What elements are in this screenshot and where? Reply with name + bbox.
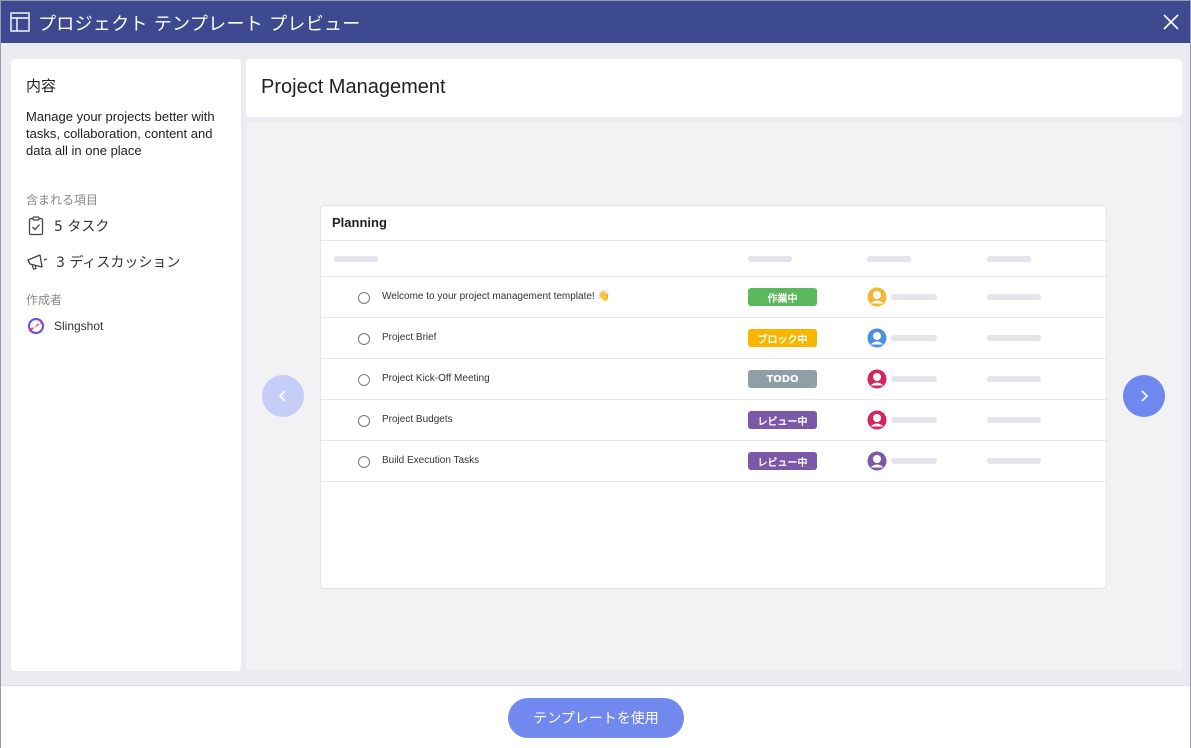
creator: Slingshot xyxy=(26,315,103,337)
divider xyxy=(321,240,1106,241)
header-placeholder xyxy=(987,256,1031,262)
status-badge: レビュー中 xyxy=(748,411,817,429)
task-complete-radio[interactable] xyxy=(358,333,370,345)
header-placeholder xyxy=(334,256,378,262)
task-complete-radio[interactable] xyxy=(358,415,370,427)
dialog-title: プロジェクト テンプレート プレビュー xyxy=(38,14,361,35)
creator-label: 作成者 xyxy=(26,293,63,307)
task-row[interactable]: Project Brief ブロック中 xyxy=(321,318,1106,359)
assignee-placeholder xyxy=(891,458,937,464)
use-template-button[interactable]: テンプレートを使用 xyxy=(508,698,684,738)
chevron-right-icon xyxy=(1141,390,1149,402)
task-name: Project Kick-Off Meeting xyxy=(382,373,490,384)
title-bar: プロジェクト テンプレート プレビュー xyxy=(1,1,1190,43)
tasks-count: 5 タスク xyxy=(26,215,109,237)
sidebar-heading: 内容 xyxy=(26,77,57,95)
megaphone-icon xyxy=(27,254,48,270)
date-placeholder xyxy=(987,458,1041,464)
layout-icon xyxy=(10,12,30,32)
template-title: Project Management xyxy=(261,76,446,98)
task-name: Project Brief xyxy=(382,332,437,343)
assignee-placeholder xyxy=(891,417,937,423)
task-row[interactable]: Build Execution Tasks レビュー中 xyxy=(321,441,1106,482)
status-badge: TODO xyxy=(748,370,817,388)
assignee-placeholder xyxy=(891,335,937,341)
task-row[interactable]: Project Budgets レビュー中 xyxy=(321,400,1106,441)
rocket-logo-icon xyxy=(27,317,45,335)
assignee-placeholder xyxy=(891,294,937,300)
template-preview-dialog: プロジェクト テンプレート プレビュー 内容 Manage your proje… xyxy=(0,0,1191,748)
header-placeholder xyxy=(748,256,792,262)
assignee-placeholder xyxy=(891,376,937,382)
task-complete-radio[interactable] xyxy=(358,374,370,386)
creator-name: Slingshot xyxy=(54,319,104,333)
date-placeholder xyxy=(987,376,1041,382)
clipboard-check-icon xyxy=(28,216,44,236)
avatar xyxy=(867,410,887,430)
discussions-count: 3 ディスカッション xyxy=(26,251,180,273)
task-row[interactable]: Project Kick-Off Meeting TODO xyxy=(321,359,1106,400)
info-sidebar: 内容 Manage your projects better with task… xyxy=(11,59,241,671)
task-name: Project Budgets xyxy=(382,414,453,425)
task-name: Build Execution Tasks xyxy=(382,455,480,466)
chevron-left-icon xyxy=(278,390,286,402)
avatar xyxy=(867,451,887,471)
previous-slide-button[interactable] xyxy=(262,375,304,417)
board-title: Planning xyxy=(332,215,387,230)
tasks-count-label: 5 タスク xyxy=(54,219,110,235)
template-description: Manage your projects better with tasks, … xyxy=(26,109,215,158)
date-placeholder xyxy=(987,294,1041,300)
date-placeholder xyxy=(987,335,1041,341)
included-items-label: 含まれる項目 xyxy=(26,193,99,207)
next-slide-button[interactable] xyxy=(1123,375,1165,417)
task-complete-radio[interactable] xyxy=(358,456,370,468)
avatar xyxy=(867,369,887,389)
task-name: Welcome to your project management templ… xyxy=(382,291,610,302)
close-icon[interactable] xyxy=(1161,12,1181,32)
planning-board-preview: Planning Welcome to your project managem… xyxy=(320,205,1107,589)
status-badge: ブロック中 xyxy=(748,329,817,347)
date-placeholder xyxy=(987,417,1041,423)
discussions-count-label: 3 ディスカッション xyxy=(56,255,181,271)
status-badge: 作業中 xyxy=(748,288,817,306)
avatar xyxy=(867,287,887,307)
header-placeholder xyxy=(867,256,911,262)
task-row[interactable]: Welcome to your project management templ… xyxy=(321,277,1106,318)
dialog-footer: テンプレートを使用 xyxy=(1,685,1190,748)
task-complete-radio[interactable] xyxy=(358,292,370,304)
avatar xyxy=(867,328,887,348)
template-header: Project Management xyxy=(246,59,1182,117)
preview-area: Planning Welcome to your project managem… xyxy=(246,123,1182,671)
status-badge: レビュー中 xyxy=(748,452,817,470)
divider xyxy=(321,481,1106,482)
